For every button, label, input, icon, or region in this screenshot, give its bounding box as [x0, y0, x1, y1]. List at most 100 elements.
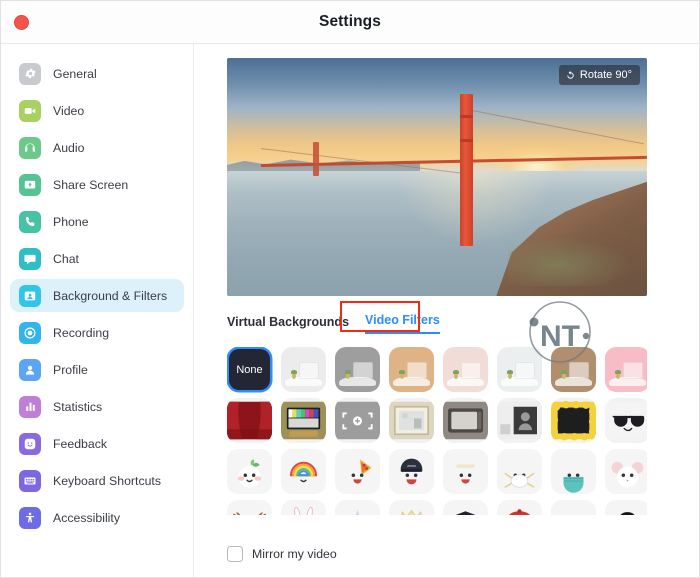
filter-thumb-old-tv[interactable]: [443, 398, 488, 443]
filter-thumb-mustache-face[interactable]: [551, 500, 596, 515]
sidebar-item-profile[interactable]: Profile: [10, 353, 184, 386]
rotate-90-label: Rotate 90°: [579, 69, 632, 81]
tab-video-filters[interactable]: Video Filters: [365, 313, 440, 334]
sidebar-item-label: Profile: [53, 362, 88, 377]
filter-thumb-rainbow-face[interactable]: [281, 449, 326, 494]
share-screen-icon: [19, 173, 41, 196]
page-title: Settings: [319, 13, 381, 30]
sidebar-item-label: Recording: [53, 325, 110, 340]
sidebar-item-label: Chat: [53, 251, 79, 266]
filter-thumb-focus-frame[interactable]: [335, 398, 380, 443]
room-laptop: [568, 362, 589, 380]
filter-thumb-picture-frame[interactable]: [389, 398, 434, 443]
filter-thumb-sunglasses[interactable]: [605, 398, 647, 443]
close-icon[interactable]: [14, 15, 29, 30]
room-plant: [398, 369, 406, 379]
filter-thumb-mouse-face[interactable]: [605, 449, 647, 494]
sidebar-item-accessibility[interactable]: Accessibility: [10, 501, 184, 534]
filter-thumb-none[interactable]: None: [229, 349, 270, 390]
room-scene: [335, 347, 380, 392]
rotate-90-button[interactable]: Rotate 90°: [558, 65, 640, 85]
filter-thumb-plain-face[interactable]: [443, 449, 488, 494]
room-laptop: [622, 362, 643, 380]
sidebar-item-phone[interactable]: Phone: [10, 205, 184, 238]
sidebar-item-recording[interactable]: Recording: [10, 316, 184, 349]
filter-thumb-bunny-ears-face[interactable]: [281, 500, 326, 515]
filter-thumb-tint-white[interactable]: [281, 347, 326, 392]
sidebar-item-label: Keyboard Shortcuts: [53, 473, 162, 488]
sidebar-item-keyboard-shortcuts[interactable]: Keyboard Shortcuts: [10, 464, 184, 497]
filter-grid: None ZOOM: [227, 347, 647, 515]
room-laptop: [460, 362, 481, 380]
filter-thumb-portrait-card[interactable]: [497, 398, 542, 443]
filter-thumb-antlers-face[interactable]: [227, 500, 272, 515]
mirror-my-video-label: Mirror my video: [252, 547, 337, 561]
filter-thumb-tint-cool-white[interactable]: [497, 347, 542, 392]
record-icon: [19, 321, 41, 344]
filter-thumb-tint-gray[interactable]: [335, 347, 380, 392]
filter-row: [227, 398, 647, 443]
sidebar-item-share-screen[interactable]: Share Screen: [10, 168, 184, 201]
room-plant: [614, 369, 622, 379]
sidebar-item-feedback[interactable]: Feedback: [10, 427, 184, 460]
filter-thumb-unicorn-face[interactable]: [335, 500, 380, 515]
room-laptop: [298, 362, 319, 380]
room-scene: [443, 347, 488, 392]
filter-thumb-sprout-face[interactable]: [227, 449, 272, 494]
room-laptop: [514, 362, 535, 380]
room-plant: [344, 369, 352, 379]
filter-thumb-tint-brown[interactable]: [551, 347, 596, 392]
filter-thumb-emoji-border[interactable]: [551, 398, 596, 443]
room-plant: [506, 369, 514, 379]
filter-thumb-crown-face[interactable]: [389, 500, 434, 515]
cliff-vegetation: [508, 234, 635, 287]
title-bar: Settings: [1, 1, 699, 44]
tab-virtual-backgrounds[interactable]: Virtual Backgrounds: [227, 315, 349, 334]
phone-icon: [19, 210, 41, 233]
mirror-my-video-checkbox[interactable]: [227, 546, 243, 562]
filter-thumb-pizza-face[interactable]: [335, 449, 380, 494]
settings-content: Rotate 90° NT Virtual Backgrounds Video F…: [194, 44, 699, 577]
filter-thumb-white-mask-face[interactable]: [497, 449, 542, 494]
sidebar-item-chat[interactable]: Chat: [10, 242, 184, 275]
room-scene: [551, 347, 596, 392]
smiley-icon: [19, 432, 41, 455]
room-scene: [605, 347, 647, 392]
filter-thumb-teal-mask-face[interactable]: [551, 449, 596, 494]
room-plant: [452, 369, 460, 379]
person-icon: [19, 358, 41, 381]
filter-thumb-tint-blush[interactable]: [443, 347, 488, 392]
filter-thumb-tint-pink[interactable]: [605, 347, 647, 392]
rotate-icon: [567, 70, 574, 79]
tower-crossbar-top: [460, 115, 474, 119]
sidebar-item-label: General: [53, 66, 97, 81]
keyboard-icon: [19, 469, 41, 492]
settings-window: Settings General Video Audio Share Screen Ph…: [0, 0, 700, 578]
filter-thumb-tint-tan[interactable]: [389, 347, 434, 392]
room-scene: [389, 347, 434, 392]
filter-row: ZOOM: [227, 449, 647, 494]
filter-thumb-red-curtains[interactable]: [227, 398, 272, 443]
person-card-icon: [19, 284, 41, 307]
sidebar-item-label: Accessibility: [53, 510, 120, 525]
sidebar-item-label: Statistics: [53, 399, 103, 414]
filter-thumb-beret-face[interactable]: [497, 500, 542, 515]
filter-thumb-cap-face[interactable]: ZOOM: [389, 449, 434, 494]
filter-thumb-black-hat-face[interactable]: [605, 500, 647, 515]
svg-text:ZOOM: ZOOM: [407, 464, 416, 468]
sidebar-item-statistics[interactable]: Statistics: [10, 390, 184, 423]
filter-tabs: Virtual Backgrounds Video Filters: [227, 301, 699, 334]
filter-row: [227, 500, 647, 515]
room-scene: [281, 347, 326, 392]
headphones-icon: [19, 136, 41, 159]
tower-crossbar-mid: [460, 138, 474, 142]
sidebar-item-video[interactable]: Video: [10, 94, 184, 127]
sidebar-item-general[interactable]: General: [10, 57, 184, 90]
filter-row: None: [227, 347, 647, 392]
filter-thumb-graduation-face[interactable]: [443, 500, 488, 515]
filter-thumb-tv-test-card[interactable]: [281, 398, 326, 443]
sidebar-item-background-filters[interactable]: Background & Filters: [10, 279, 184, 312]
filter-none-label: None: [236, 363, 263, 376]
sidebar-item-audio[interactable]: Audio: [10, 131, 184, 164]
mirror-my-video-row[interactable]: Mirror my video: [227, 546, 337, 562]
